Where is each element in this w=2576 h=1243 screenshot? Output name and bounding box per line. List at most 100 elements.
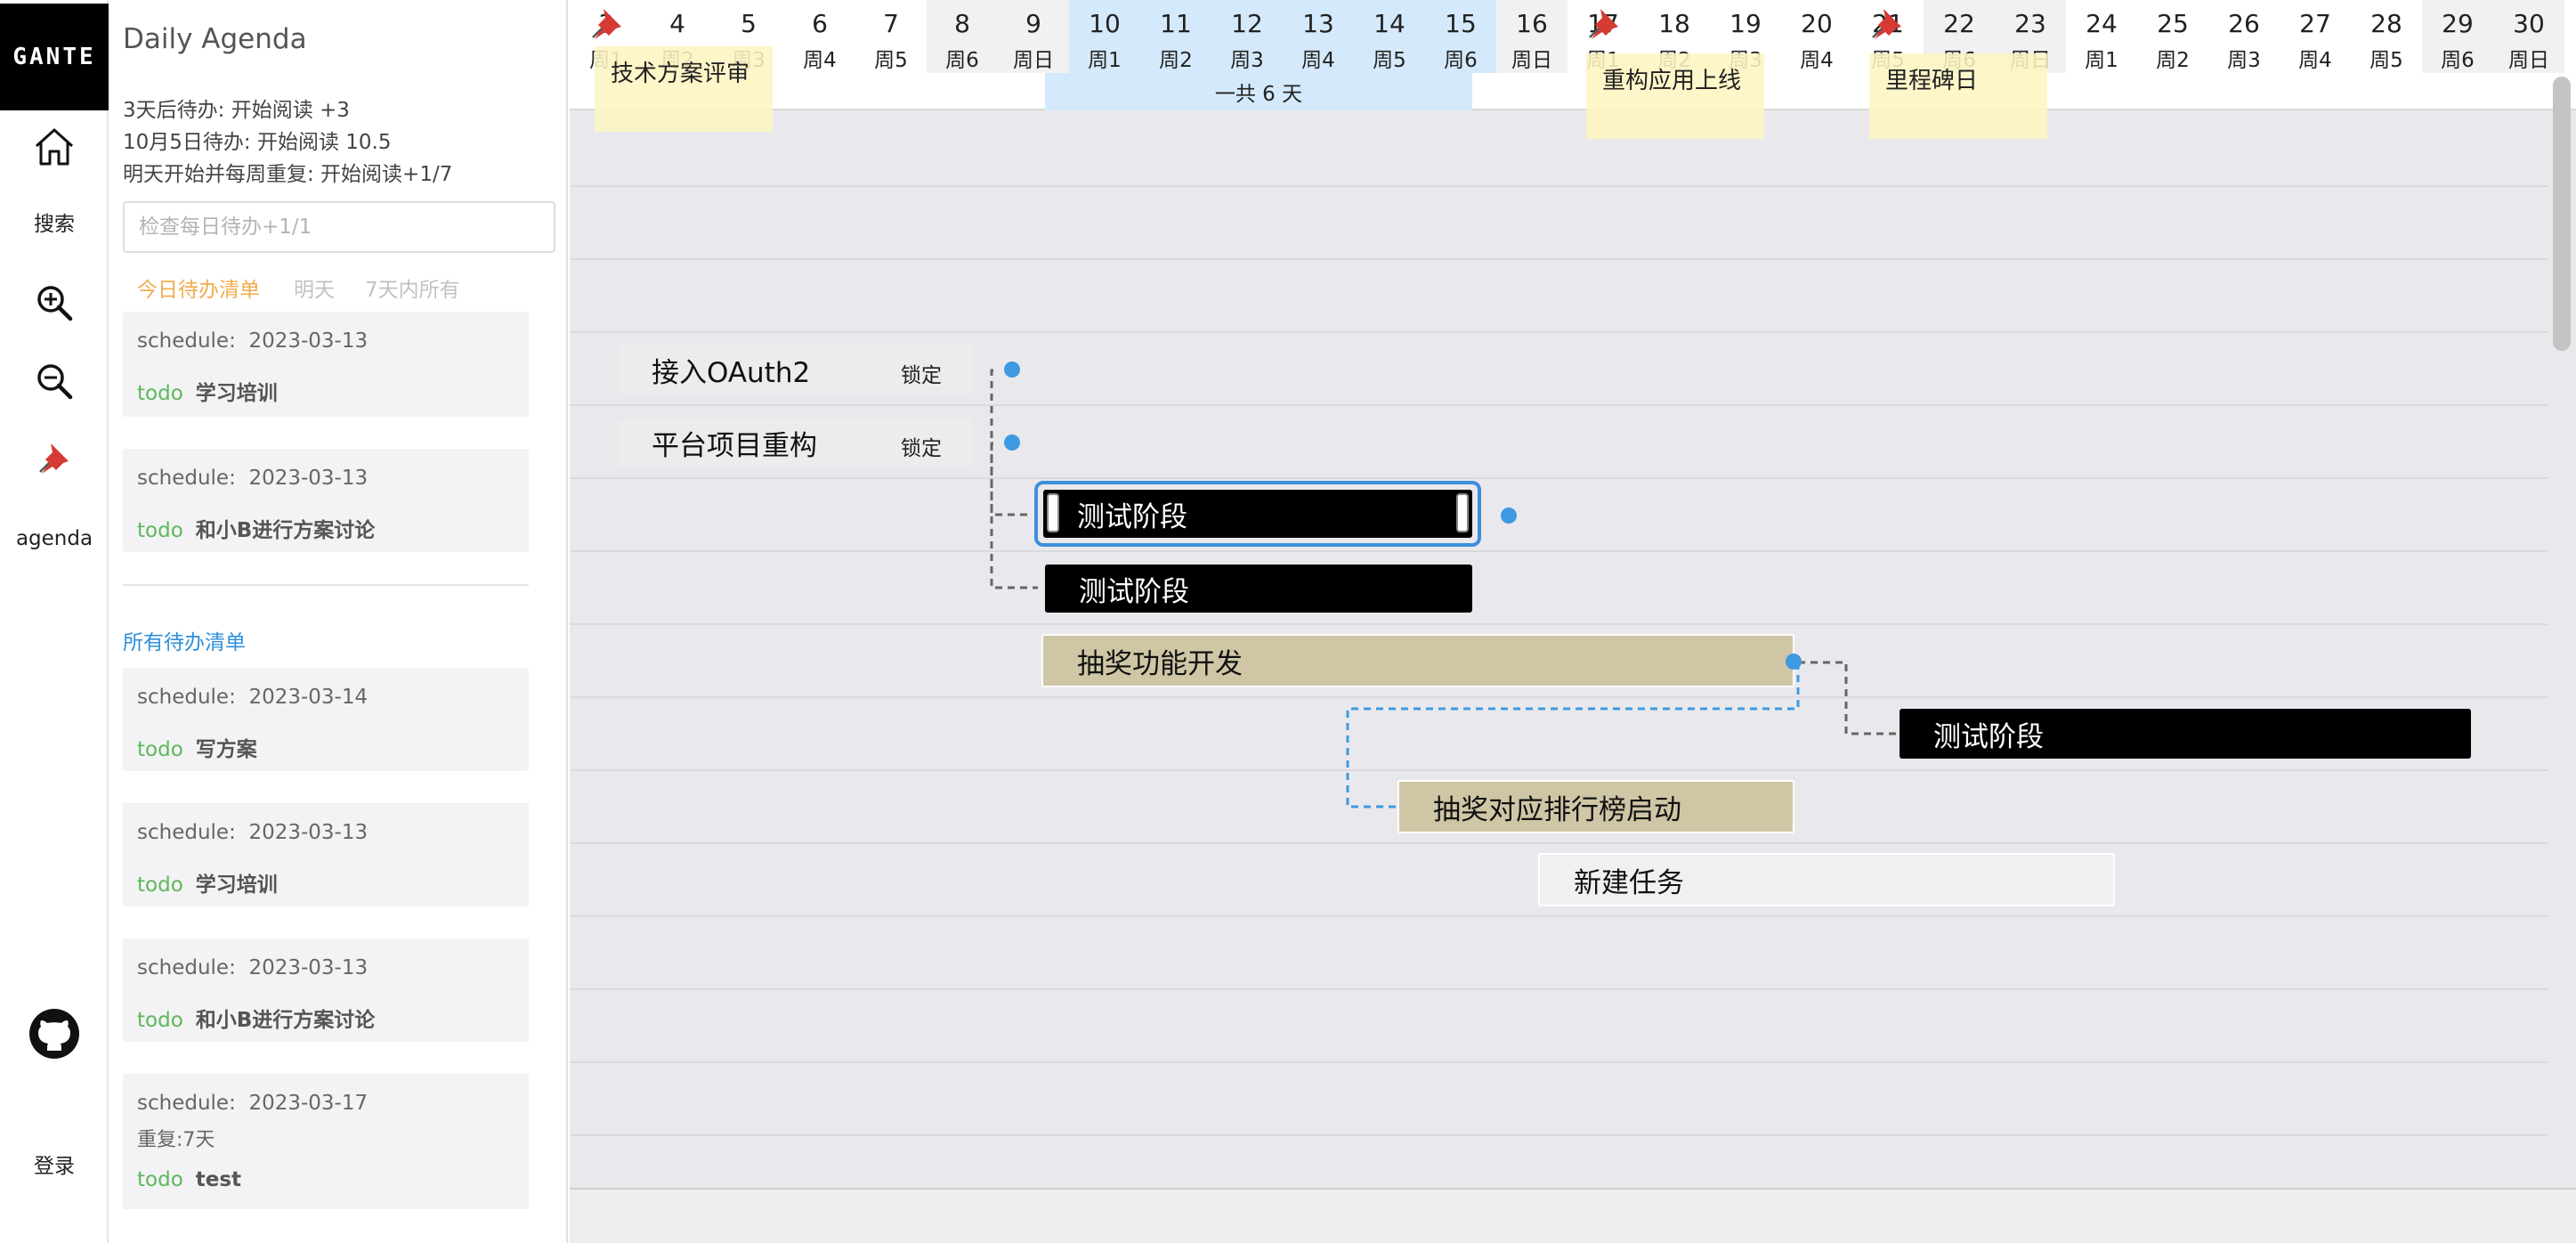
link-handle[interactable] [1786,654,1802,670]
gantt-chart[interactable]: 3周14周25周36周47周58周69周日10周111周212周313周414周… [570,0,2576,1243]
task-title: 测试阶段 [1933,720,2044,753]
day-column[interactable]: 30 周日 [2493,0,2564,73]
pin-icon[interactable] [0,440,109,475]
schedule-date: 2023-03-13 [248,956,369,979]
day-column[interactable]: 15 周6 [1425,0,1496,73]
list-item[interactable]: schedule: 2023-03-13 todo 学习培训 [123,803,529,906]
day-column[interactable]: 6 周4 [784,0,855,73]
list-item[interactable]: schedule: 2023-03-14 todo 写方案 [123,668,529,771]
day-column[interactable]: 27 周4 [2280,0,2351,73]
schedule-text: schedule: 2023-03-13 [137,467,369,490]
day-number: 23 [2014,9,2046,38]
pin-icon[interactable] [1586,5,1622,41]
day-number: 27 [2299,9,2331,38]
task-bar[interactable]: 测试阶段 [1900,709,2471,759]
link-handle[interactable] [1501,508,1517,524]
milestone-label: 里程碑日 [1885,68,1979,94]
todo-name: 和小B进行方案讨论 [195,519,376,542]
app-logo: GANTE [0,4,109,110]
day-column[interactable]: 14 周5 [1354,0,1425,73]
zoom-out-icon[interactable] [0,362,109,401]
gantt-vertical-scrollbar[interactable] [2553,77,2571,351]
day-number: 7 [883,9,899,38]
home-icon[interactable] [0,125,109,169]
task-title: 抽奖功能开发 [1077,647,1243,680]
github-icon[interactable] [0,1008,109,1060]
lock-button[interactable]: 锁定 [901,431,942,461]
day-column[interactable]: 11 周2 [1140,0,1211,73]
todo-name: 学习培训 [195,873,278,897]
agenda-nav-label[interactable]: agenda [0,527,109,550]
zoom-in-icon[interactable] [0,283,109,322]
resize-handle-left[interactable] [1047,493,1059,532]
selected-range-label: 一共 6 天 [1214,83,1303,106]
day-column[interactable]: 9 周日 [998,0,1069,73]
task-bar[interactable]: 接入OAuth2 锁定 [618,345,974,394]
day-column[interactable]: 10 周1 [1069,0,1140,73]
login-nav-label[interactable]: 登录 [0,1149,109,1179]
milestone-note[interactable]: 技术方案评审 [595,46,773,132]
weekday-label: 周4 [1800,49,1834,72]
day-column[interactable]: 20 周4 [1781,0,1852,73]
task-bar-new[interactable]: 新建任务 [1538,853,2115,906]
tab-today[interactable]: 今日待办清单 [137,272,260,303]
day-column[interactable]: 24 周1 [2066,0,2137,73]
weekday-label: 周日 [1511,49,1552,72]
day-column[interactable]: 29 周6 [2422,0,2493,73]
milestone-note[interactable]: 里程碑日 [1869,53,2047,139]
weekday-label: 周5 [2369,49,2403,72]
link-handle[interactable] [1004,362,1020,378]
resize-handle-right[interactable] [1456,493,1469,532]
task-bar[interactable]: 抽奖对应排行榜启动 [1397,780,1794,833]
day-column[interactable]: 12 周3 [1211,0,1283,73]
task-bar-selected[interactable]: 测试阶段 [1043,490,1472,538]
schedule-date: 2023-03-13 [248,821,369,844]
task-bar[interactable]: 抽奖功能开发 [1041,634,1794,687]
day-column[interactable]: 7 周5 [855,0,927,73]
agenda-title: Daily Agenda [123,23,307,55]
day-column[interactable]: 25 周2 [2137,0,2208,73]
row-divider [570,769,2548,771]
day-number: 10 [1089,9,1121,38]
day-column[interactable]: 8 周6 [927,0,998,73]
weekday-label: 周1 [2085,49,2118,72]
schedule-text: schedule: 2023-03-17 [137,1092,369,1115]
search-nav-label[interactable]: 搜索 [0,207,109,237]
todo-line: todo 和小B进行方案讨论 [137,519,376,542]
todo-input[interactable] [123,201,555,253]
list-item[interactable]: schedule: 2023-03-13 todo 和小B进行方案讨论 [123,449,529,552]
day-column[interactable]: 16 周日 [1496,0,1567,73]
day-number: 24 [2086,9,2118,38]
agenda-panel: Daily Agenda 3天后待办: 开始阅读 +3 10月5日待办: 开始阅… [110,0,659,1243]
task-bar[interactable]: 平台项目重构 锁定 [618,418,974,467]
pin-icon[interactable] [1869,5,1905,41]
weekday-label: 周4 [803,49,837,72]
icon-sidebar: GANTE 搜索 agenda 登录 [0,0,109,1243]
row-divider [570,988,2548,990]
tab-week[interactable]: 7天内所有 [365,272,460,303]
day-number: 18 [1658,9,1690,38]
gantt-horizontal-scrollbar[interactable] [570,1188,2576,1243]
day-column[interactable]: 13 周4 [1283,0,1354,73]
day-number: 26 [2228,9,2260,38]
day-column[interactable]: 26 周3 [2208,0,2280,73]
lock-button[interactable]: 锁定 [901,358,942,388]
list-item[interactable]: schedule: 2023-03-13 todo 和小B进行方案讨论 [123,938,529,1042]
weekday-label: 周4 [2298,49,2332,72]
agenda-list[interactable]: schedule: 2023-03-13 todo 学习培训 schedule: … [123,312,541,1243]
weekday-label: 周6 [1444,49,1478,72]
row-divider [570,623,2548,625]
agenda-hint: 明天开始并每周重复: 开始阅读+1/7 [123,163,453,186]
milestone-note[interactable]: 重构应用上线 [1586,53,1764,139]
tab-tomorrow[interactable]: 明天 [294,272,335,303]
list-item[interactable]: schedule: 2023-03-13 todo 学习培训 [123,312,529,417]
todo-name: 和小B进行方案讨论 [195,1009,376,1032]
list-item[interactable]: schedule: 2023-03-17 重复:7天 todo test [123,1074,529,1209]
link-handle[interactable] [1004,435,1020,451]
day-column[interactable]: 28 周5 [2351,0,2422,73]
day-number: 5 [741,9,757,38]
task-bar[interactable]: 测试阶段 [1045,565,1472,613]
day-number: 11 [1160,9,1192,38]
day-number: 6 [812,9,828,38]
pin-icon[interactable] [589,5,625,41]
